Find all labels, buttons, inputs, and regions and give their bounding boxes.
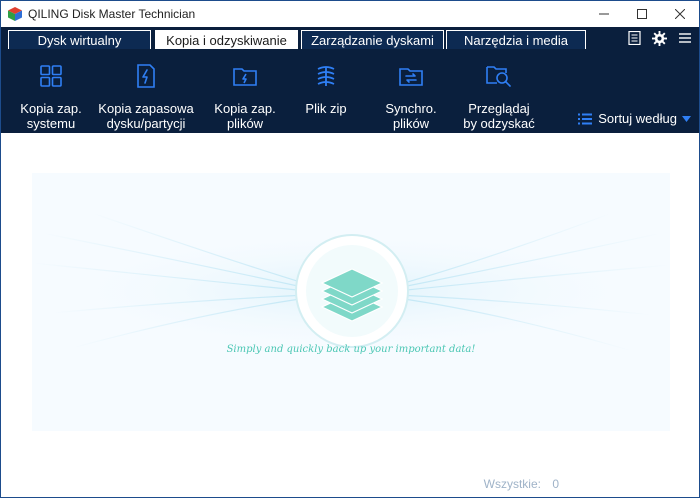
caret-down-icon [682, 115, 691, 122]
empty-state-panel: Simply and quickly back up your importan… [32, 173, 670, 431]
empty-state-tagline: Simply and quickly back up your importan… [226, 344, 476, 355]
browse-recover-label: Przeglądaj by odzyskać [463, 101, 535, 131]
maximize-button[interactable] [625, 1, 659, 27]
log-button[interactable] [624, 29, 644, 47]
system-backup-button[interactable]: Kopia zap. systemu [13, 49, 89, 133]
app-logo-icon [8, 7, 22, 21]
zip-file-button[interactable]: Plik zip [291, 49, 361, 133]
menu-icon [679, 33, 691, 43]
tab-virtual-disk[interactable]: Dysk wirtualny [8, 30, 151, 49]
browse-recover-button[interactable]: Przeglądaj by odzyskać [457, 49, 541, 133]
browse-recover-icon [486, 66, 511, 87]
tab-strip: Dysk wirtualny Kopia i odzyskiwanie Zarz… [1, 27, 699, 50]
toolbar: Kopia zap. systemu Kopia zapasowa dysku/… [1, 49, 699, 133]
item-count: Wszystkie: 0 [476, 477, 559, 491]
item-count-value: 0 [552, 477, 559, 491]
content-area: Simply and quickly back up your importan… [1, 133, 699, 497]
list-icon [578, 113, 593, 124]
zip-file-label: Plik zip [305, 101, 347, 116]
tab-backup-restore[interactable]: Kopia i odzyskiwanie [155, 30, 298, 50]
file-backup-label: Kopia zap. plików [214, 101, 276, 131]
file-sync-icon [399, 68, 423, 86]
file-backup-button[interactable]: Kopia zap. plików [207, 49, 283, 133]
minimize-button[interactable] [587, 1, 621, 27]
system-backup-icon [40, 65, 62, 87]
zip-icon [317, 66, 335, 86]
tab-tools-media[interactable]: Narzędzia i media [446, 30, 586, 49]
disk-backup-icon [137, 64, 155, 88]
sort-by-dropdown[interactable]: Sortuj według [578, 111, 691, 126]
minimize-icon [599, 13, 609, 15]
file-backup-icon [233, 68, 257, 86]
maximize-icon [637, 9, 647, 19]
disk-backup-button[interactable]: Kopia zapasowa dysku/partycji [93, 49, 199, 133]
file-sync-label: Synchro. plików [385, 101, 437, 131]
file-sync-button[interactable]: Synchro. plików [373, 49, 449, 133]
app-window: QILING Disk Master Technician Dysk wirtu… [0, 0, 700, 498]
settings-button[interactable] [649, 29, 669, 47]
sort-by-label: Sortuj według [598, 111, 677, 126]
system-backup-label: Kopia zap. systemu [20, 101, 82, 131]
menu-button[interactable] [675, 29, 695, 47]
title-bar[interactable]: QILING Disk Master Technician [1, 1, 699, 27]
light-rays-decoration [32, 212, 670, 352]
tab-disk-management[interactable]: Zarządzanie dyskami [301, 30, 444, 49]
disk-backup-label: Kopia zapasowa dysku/partycji [98, 101, 194, 131]
close-icon [675, 9, 685, 19]
log-icon [627, 31, 641, 45]
item-count-label: Wszystkie: [483, 477, 541, 491]
gear-icon [651, 30, 667, 46]
close-button[interactable] [663, 1, 697, 27]
window-title: QILING Disk Master Technician [28, 7, 196, 21]
